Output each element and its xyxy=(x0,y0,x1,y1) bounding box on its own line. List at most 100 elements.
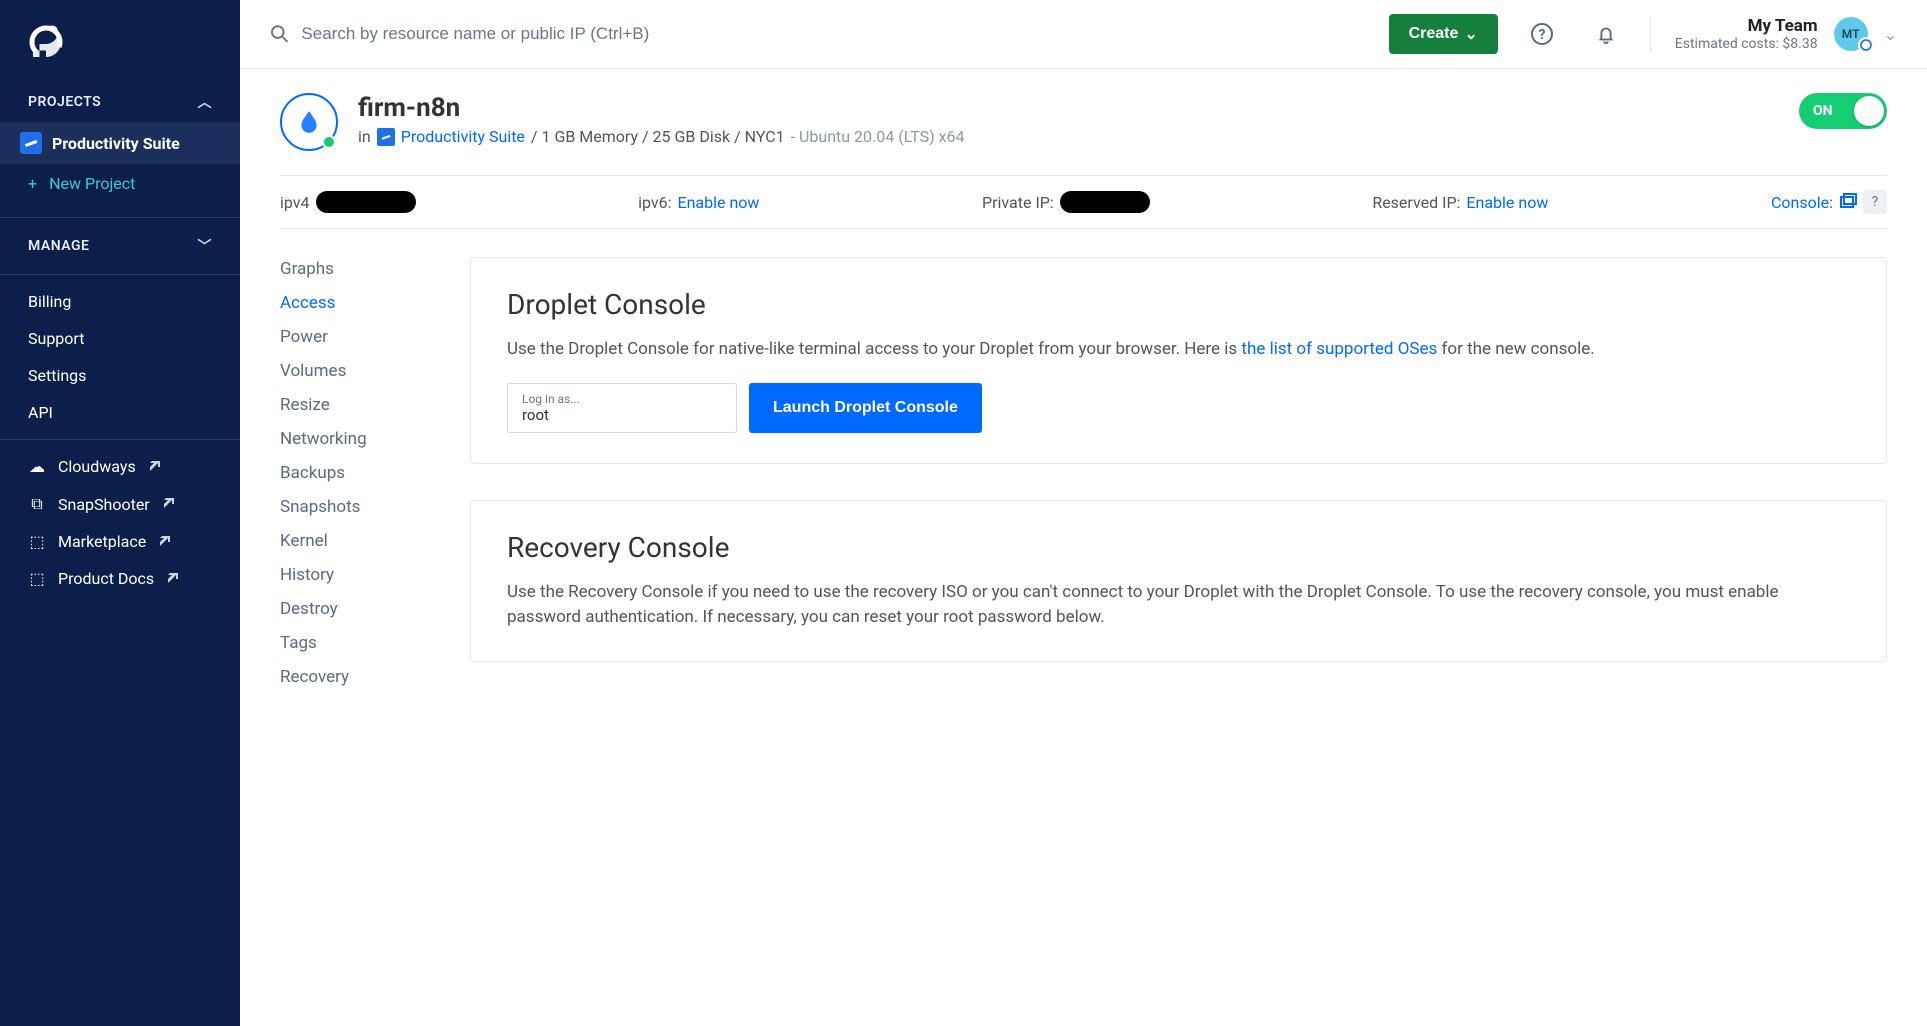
droplet-shape-icon xyxy=(296,109,322,135)
chevron-up-icon: ︿ xyxy=(198,92,213,112)
external-link-icon xyxy=(148,461,160,473)
recovery-console-panel: Recovery Console Use the Recovery Consol… xyxy=(470,500,1887,662)
console-help-button[interactable]: ? xyxy=(1863,190,1887,214)
ipv6-enable-link[interactable]: Enable now xyxy=(678,193,760,212)
help-icon: ? xyxy=(1530,22,1554,46)
body-columns: Graphs Access Power Volumes Resize Netwo… xyxy=(280,257,1887,689)
help-button[interactable]: ? xyxy=(1522,14,1562,54)
project-name: Productivity Suite xyxy=(52,134,180,153)
status-dot-icon xyxy=(322,135,336,149)
panel-title: Droplet Console xyxy=(507,288,1850,321)
nav-cloudways[interactable]: ☁ Cloudways xyxy=(0,448,240,485)
sidebar: PROJECTS ︿ Productivity Suite + New Proj… xyxy=(0,0,240,1026)
power-toggle[interactable]: ON xyxy=(1799,93,1887,129)
tab-backups[interactable]: Backups xyxy=(280,461,430,485)
plus-icon: + xyxy=(28,174,37,193)
panel-title: Recovery Console xyxy=(507,531,1850,564)
private-ip-item: Private IP: xyxy=(982,191,1150,213)
tab-resize[interactable]: Resize xyxy=(280,393,430,417)
avatar-badge-icon xyxy=(1858,37,1874,53)
search-wrap xyxy=(270,24,1365,44)
divider xyxy=(0,439,240,440)
notifications-button[interactable] xyxy=(1586,14,1626,54)
manage-label: MANAGE xyxy=(28,238,89,254)
tab-access[interactable]: Access xyxy=(280,291,430,315)
toggle-knob xyxy=(1854,96,1884,126)
nav-support[interactable]: Support xyxy=(0,320,240,357)
tab-destroy[interactable]: Destroy xyxy=(280,597,430,621)
supported-os-link[interactable]: the list of supported OSes xyxy=(1241,339,1437,359)
nav-api[interactable]: API xyxy=(0,394,240,431)
docs-icon: ⬚ xyxy=(28,569,46,588)
tab-networking[interactable]: Networking xyxy=(280,427,430,451)
team-switcher[interactable]: My Team Estimated costs: $8.38 MT ⌄ xyxy=(1650,16,1897,52)
main: Create ⌄ ? My Team Estimated costs: $8.3… xyxy=(240,0,1927,1026)
external-link-icon xyxy=(166,573,178,585)
projects-label: PROJECTS xyxy=(28,94,101,110)
tab-power[interactable]: Power xyxy=(280,325,430,349)
divider xyxy=(0,274,240,275)
tab-recovery[interactable]: Recovery xyxy=(280,665,430,689)
panel-description: Use the Recovery Console if you need to … xyxy=(507,580,1850,631)
nav-billing[interactable]: Billing xyxy=(0,283,240,320)
console-item: Console: ? xyxy=(1771,190,1887,214)
tab-graphs[interactable]: Graphs xyxy=(280,257,430,281)
reserved-ip-enable-link[interactable]: Enable now xyxy=(1466,193,1548,212)
tab-kernel[interactable]: Kernel xyxy=(280,529,430,553)
console-icon xyxy=(1839,193,1857,211)
tab-history[interactable]: History xyxy=(280,563,430,587)
content: firm-n8n in Productivity Suite / 1 GB Me… xyxy=(240,69,1927,729)
redacted-value xyxy=(316,191,416,213)
tab-snapshots[interactable]: Snapshots xyxy=(280,495,430,519)
droplet-tabs: Graphs Access Power Volumes Resize Netwo… xyxy=(280,257,430,689)
login-as-select[interactable]: Log in as... root xyxy=(507,383,737,433)
droplet-meta: in Productivity Suite / 1 GB Memory / 25… xyxy=(358,127,1779,146)
redacted-value xyxy=(1060,191,1150,213)
projects-section-header[interactable]: PROJECTS ︿ xyxy=(0,82,240,122)
team-name: My Team xyxy=(1675,16,1818,36)
ip-bar: ipv4 ipv6: Enable now Private IP: Reserv… xyxy=(280,175,1887,229)
bell-icon xyxy=(1595,23,1617,45)
chevron-down-icon: ⌄ xyxy=(1464,24,1477,44)
divider xyxy=(0,217,240,218)
project-link[interactable]: Productivity Suite xyxy=(401,127,525,146)
droplet-console-panel: Droplet Console Use the Droplet Console … xyxy=(470,257,1887,464)
panel-description: Use the Droplet Console for native-like … xyxy=(507,337,1850,363)
topbar: Create ⌄ ? My Team Estimated costs: $8.3… xyxy=(240,0,1927,69)
digitalocean-logo-icon xyxy=(28,24,64,60)
tab-volumes[interactable]: Volumes xyxy=(280,359,430,383)
snapshot-icon: ⧉ xyxy=(28,494,46,514)
tab-tags[interactable]: Tags xyxy=(280,631,430,655)
nav-settings[interactable]: Settings xyxy=(0,357,240,394)
launch-console-button[interactable]: Launch Droplet Console xyxy=(749,383,982,433)
droplet-name: firm-n8n xyxy=(358,93,1779,123)
ipv6-item: ipv6: Enable now xyxy=(638,193,759,212)
logo[interactable] xyxy=(0,12,240,82)
sidebar-project-productivity-suite[interactable]: Productivity Suite xyxy=(0,122,240,164)
droplet-icon xyxy=(280,93,338,151)
ipv4-item: ipv4 xyxy=(280,191,416,213)
project-icon xyxy=(377,128,395,146)
external-link-icon xyxy=(162,498,174,510)
new-project-button[interactable]: + New Project xyxy=(0,164,240,209)
create-button[interactable]: Create ⌄ xyxy=(1389,14,1498,54)
search-input[interactable] xyxy=(301,24,1364,44)
box-icon: ⬚ xyxy=(28,532,46,551)
nav-product-docs[interactable]: ⬚ Product Docs xyxy=(0,560,240,597)
project-icon xyxy=(20,132,42,154)
nav-marketplace[interactable]: ⬚ Marketplace xyxy=(0,523,240,560)
nav-snapshooter[interactable]: ⧉ SnapShooter xyxy=(0,485,240,523)
external-link-icon xyxy=(158,536,170,548)
console-link[interactable]: Console: xyxy=(1771,193,1857,212)
chevron-down-icon: ⌄ xyxy=(1884,25,1897,44)
new-project-label: New Project xyxy=(49,174,135,193)
team-cost: Estimated costs: $8.38 xyxy=(1675,36,1818,52)
avatar: MT xyxy=(1834,17,1868,51)
svg-text:?: ? xyxy=(1538,27,1545,43)
droplet-header: firm-n8n in Productivity Suite / 1 GB Me… xyxy=(280,93,1887,151)
search-icon xyxy=(270,24,289,44)
reserved-ip-item: Reserved IP: Enable now xyxy=(1372,193,1548,212)
cloud-icon: ☁ xyxy=(28,457,46,476)
chevron-down-icon: ﹀ xyxy=(198,236,213,256)
manage-section-header[interactable]: MANAGE ﹀ xyxy=(0,226,240,266)
